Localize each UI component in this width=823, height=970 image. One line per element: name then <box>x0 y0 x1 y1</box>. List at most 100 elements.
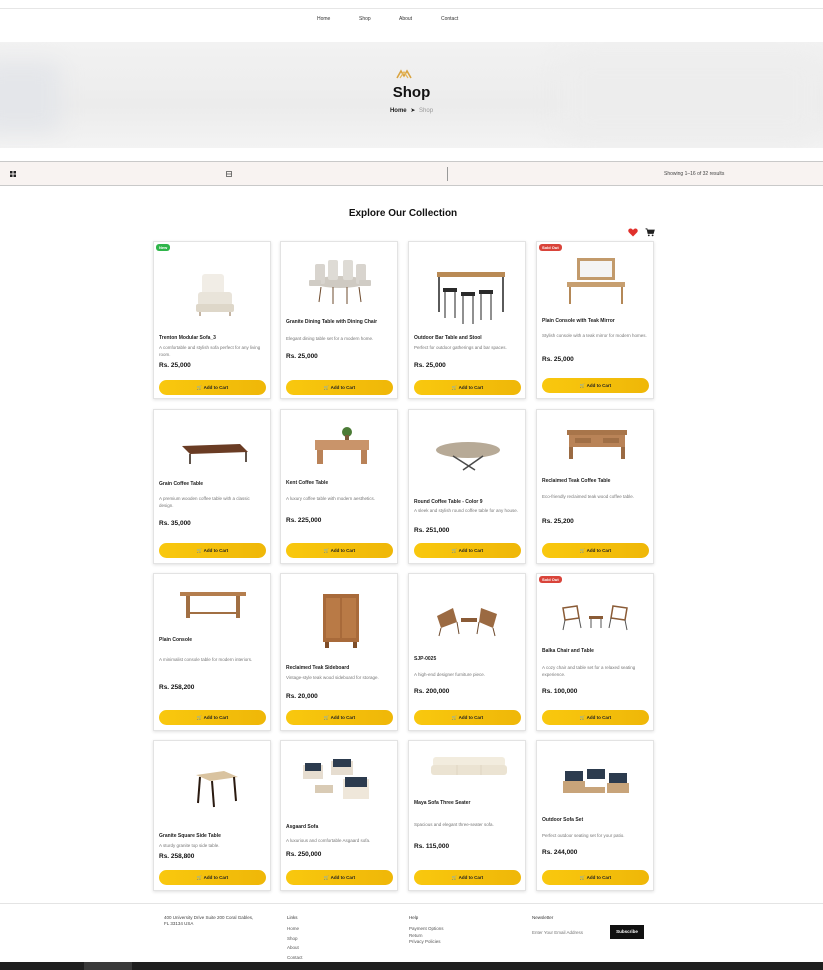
add-to-cart-button[interactable]: 🛒 Add to Cart <box>286 543 393 558</box>
product-name[interactable]: SJP-0025 <box>414 656 524 662</box>
newsletter-email-input[interactable] <box>532 925 608 939</box>
product-name[interactable]: Kent Coffee Table <box>286 480 396 486</box>
product-card[interactable]: Grain Coffee Table A premium wooden coff… <box>153 409 271 564</box>
product-name[interactable]: Reclaimed Teak Sideboard <box>286 665 396 671</box>
product-name[interactable]: Trenton Modular Sofa_3 <box>159 335 269 341</box>
product-name[interactable]: Reclaimed Teak Coffee Table <box>542 478 652 484</box>
product-name[interactable]: Maya Sofa Three Seater <box>414 800 524 806</box>
add-to-cart-label: Add to Cart <box>330 548 356 553</box>
product-price: Rs. 25,000 <box>286 353 318 360</box>
product-image <box>182 444 248 464</box>
product-price: Rs. 225,000 <box>286 517 322 524</box>
add-to-cart-button[interactable]: 🛒 Add to Cart <box>414 870 521 885</box>
nav-about[interactable]: About <box>399 16 412 22</box>
main-nav: Home Shop About Contact <box>0 16 823 26</box>
product-card[interactable]: Outdoor Bar Table and Stool Perfect for … <box>408 241 526 399</box>
product-card[interactable]: Asgaard Sofa A luxurious and comfortable… <box>280 740 398 891</box>
add-to-cart-button[interactable]: 🛒 Add to Cart <box>286 870 393 885</box>
header-divider <box>0 8 823 9</box>
product-price: Rs. 25,000 <box>542 356 574 363</box>
cart-icon[interactable] <box>645 228 655 237</box>
product-card[interactable]: Plain Console A minimalist console table… <box>153 573 271 731</box>
breadcrumb-home[interactable]: Home <box>390 108 407 114</box>
product-image <box>196 771 238 808</box>
add-to-cart-button[interactable]: 🛒 Add to Cart <box>542 710 649 725</box>
product-name[interactable]: Outdoor Sofa Set <box>542 817 652 823</box>
page-title: Shop <box>392 84 431 101</box>
add-to-cart-button[interactable]: 🛒 Add to Cart <box>286 710 393 725</box>
grid-view-icon[interactable] <box>10 171 16 177</box>
footer-link-privacy[interactable]: Privacy Policies <box>409 939 444 944</box>
product-description: A sleek and stylish round coffee table f… <box>414 508 518 513</box>
footer-link-contact[interactable]: Contact <box>287 955 303 960</box>
product-card[interactable]: Reclaimed Teak Sideboard Vintage-style t… <box>280 573 398 731</box>
product-name[interactable]: Outdoor Bar Table and Stool <box>414 335 524 341</box>
add-to-cart-button[interactable]: 🛒 Add to Cart <box>542 378 649 393</box>
product-description: A sturdy granite top side table. <box>159 843 220 848</box>
add-to-cart-label: Add to Cart <box>203 875 229 880</box>
product-name[interactable]: Asgaard Sofa <box>286 824 396 830</box>
footer-link-return[interactable]: Return <box>409 933 444 938</box>
add-to-cart-label: Add to Cart <box>458 385 484 390</box>
add-to-cart-button[interactable]: 🛒 Add to Cart <box>414 543 521 558</box>
product-price: Rs. 251,000 <box>414 527 450 534</box>
footer-link-payment[interactable]: Payment Options <box>409 926 444 931</box>
product-card[interactable]: Sold Out Balka Chair and Table A cozy ch… <box>536 573 654 731</box>
add-to-cart-button[interactable]: 🛒 Add to Cart <box>159 380 266 395</box>
add-to-cart-button[interactable]: 🛒 Add to Cart <box>414 380 521 395</box>
breadcrumb-current: Shop <box>419 108 434 114</box>
product-name[interactable]: Balka Chair and Table <box>542 648 652 654</box>
address-line: FL 33134 USA <box>164 921 194 926</box>
product-name[interactable]: Round Coffee Table - Color 9 <box>414 499 524 505</box>
product-name[interactable]: Plain Console <box>159 637 269 643</box>
footer-link-shop[interactable]: Shop <box>287 936 303 941</box>
product-name[interactable]: Plain Console with Teak Mirror <box>542 318 652 324</box>
footer-divider <box>0 903 823 904</box>
add-to-cart-label: Add to Cart <box>458 875 484 880</box>
list-view-icon[interactable] <box>226 171 232 177</box>
wishlist-heart-icon[interactable] <box>628 228 638 237</box>
filter-bar: Showing 1–16 of 32 results <box>0 161 823 186</box>
product-description: A high-end designer furniture piece. <box>414 672 486 677</box>
add-to-cart-label: Add to Cart <box>458 548 484 553</box>
product-image <box>563 769 629 793</box>
product-card[interactable]: Reclaimed Teak Coffee Table Eco-friendly… <box>536 409 654 564</box>
add-to-cart-button[interactable]: 🛒 Add to Cart <box>542 543 649 558</box>
add-to-cart-label: Add to Cart <box>203 715 229 720</box>
nav-shop[interactable]: Shop <box>359 16 371 22</box>
add-to-cart-button[interactable]: 🛒 Add to Cart <box>414 710 521 725</box>
product-card[interactable]: Granite Dining Table with Dining Chair E… <box>280 241 398 399</box>
product-card[interactable]: Outdoor Sofa Set Perfect outdoor seating… <box>536 740 654 891</box>
product-card[interactable]: SJP-0025 A high-end designer furniture p… <box>408 573 526 731</box>
nav-home[interactable]: Home <box>317 16 330 22</box>
add-to-cart-button[interactable]: 🛒 Add to Cart <box>159 543 266 558</box>
add-to-cart-label: Add to Cart <box>586 875 612 880</box>
product-price: Rs. 250,000 <box>286 851 322 858</box>
add-to-cart-label: Add to Cart <box>586 715 612 720</box>
footer-link-about[interactable]: About <box>287 945 303 950</box>
product-price: Rs. 25,000 <box>414 362 446 369</box>
product-name[interactable]: Grain Coffee Table <box>159 481 269 487</box>
product-card[interactable]: Maya Sofa Three Seater Spacious and eleg… <box>408 740 526 891</box>
product-card[interactable]: Granite Square Side Table A sturdy grani… <box>153 740 271 891</box>
product-card[interactable]: New Trenton Modular Sofa_3 A comfortable… <box>153 241 271 399</box>
product-price: Rs. 244,000 <box>542 849 578 856</box>
add-to-cart-label: Add to Cart <box>458 715 484 720</box>
subscribe-button[interactable]: Subscribe <box>610 925 644 939</box>
product-card[interactable]: Kent Coffee Table A luxury coffee table … <box>280 409 398 564</box>
add-to-cart-button[interactable]: 🛒 Add to Cart <box>159 710 266 725</box>
add-to-cart-button[interactable]: 🛒 Add to Cart <box>159 870 266 885</box>
product-card[interactable]: Sold Out Plain Console with Teak Mirror … <box>536 241 654 399</box>
product-description: A minimalist console table for modern in… <box>159 657 253 662</box>
newsletter-title: Newsletter <box>532 915 554 920</box>
product-name[interactable]: Granite Square Side Table <box>159 833 269 839</box>
product-image <box>567 258 625 304</box>
add-to-cart-button[interactable]: 🛒 Add to Cart <box>286 380 393 395</box>
product-image <box>437 608 497 637</box>
footer-link-home[interactable]: Home <box>287 926 303 931</box>
product-card[interactable]: Round Coffee Table - Color 9 A sleek and… <box>408 409 526 564</box>
footer-links: Links Home Shop About Contact <box>287 915 303 964</box>
product-name[interactable]: Granite Dining Table with Dining Chair <box>286 319 396 325</box>
add-to-cart-button[interactable]: 🛒 Add to Cart <box>542 870 649 885</box>
nav-contact[interactable]: Contact <box>441 16 458 22</box>
